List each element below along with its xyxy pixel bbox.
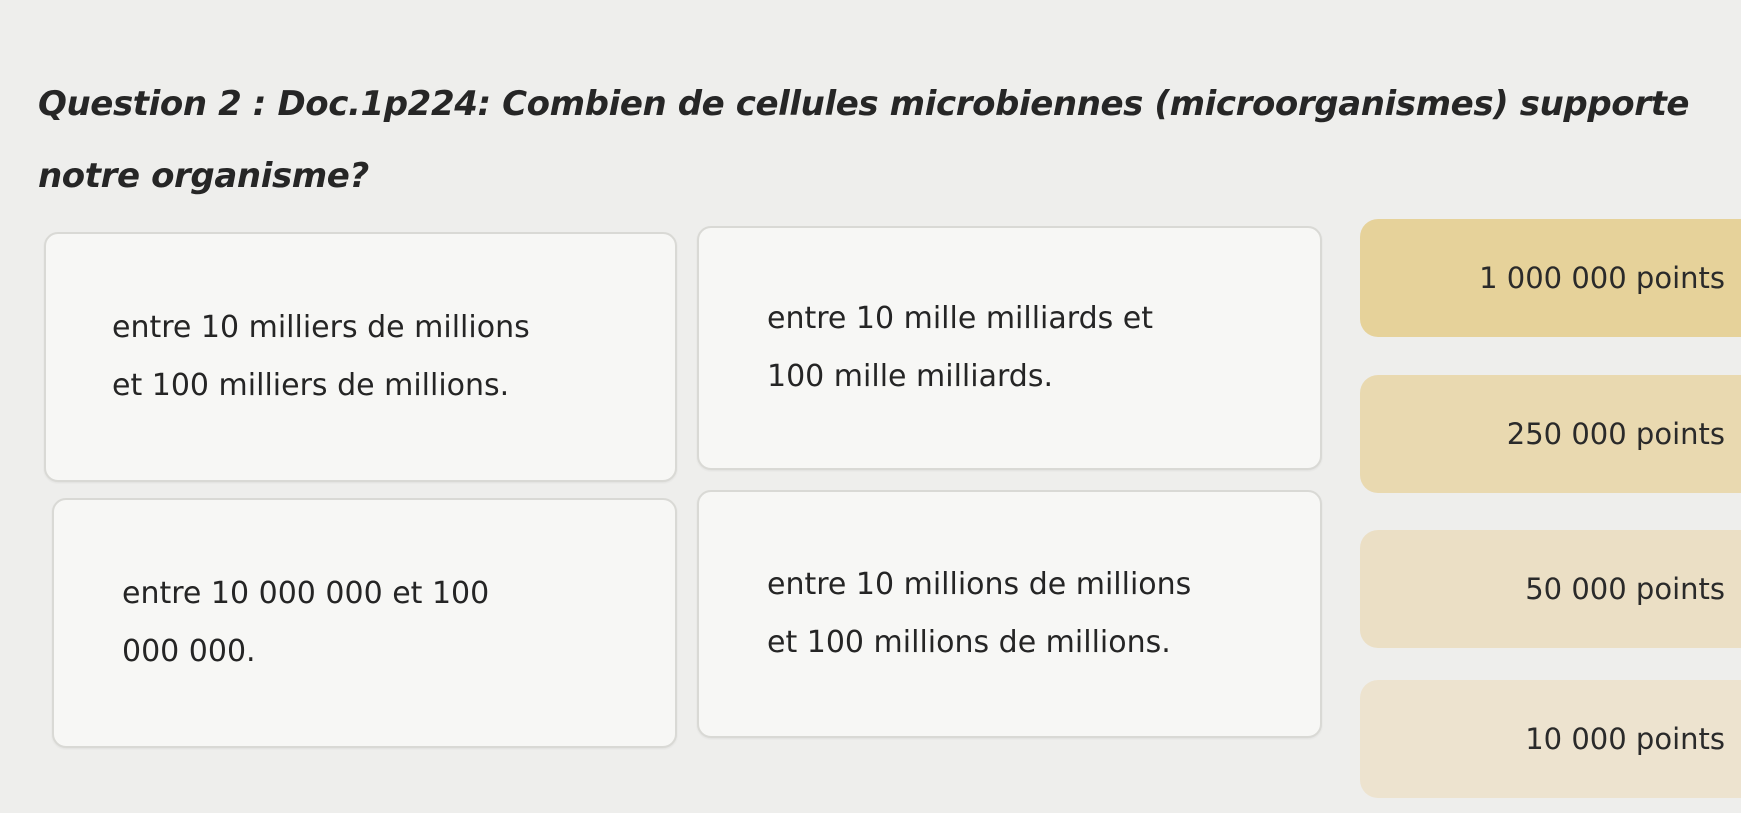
points-tier-1: 1 000 000 points: [1360, 219, 1741, 337]
points-tier-4: 10 000 points: [1360, 680, 1741, 798]
points-tier-3: 50 000 points: [1360, 530, 1741, 648]
answer-option-4[interactable]: entre 10 millions de millions et 100 mil…: [697, 490, 1322, 738]
answer-option-label: entre 10 000 000 et 100 000 000.: [122, 576, 490, 669]
answer-option-1[interactable]: entre 10 milliers de millions et 100 mil…: [44, 232, 677, 482]
answer-option-2[interactable]: entre 10 mille milliards et 100 mille mi…: [697, 226, 1322, 470]
answer-option-3[interactable]: entre 10 000 000 et 100 000 000.: [52, 498, 677, 748]
answer-option-label: entre 10 millions de millions et 100 mil…: [767, 567, 1192, 660]
points-tier-2: 250 000 points: [1360, 375, 1741, 493]
answer-option-label: entre 10 mille milliards et 100 mille mi…: [767, 301, 1154, 394]
answer-option-label: entre 10 milliers de millions et 100 mil…: [112, 310, 530, 403]
question-text: Question 2 : Doc.1p224: Combien de cellu…: [38, 84, 1690, 196]
